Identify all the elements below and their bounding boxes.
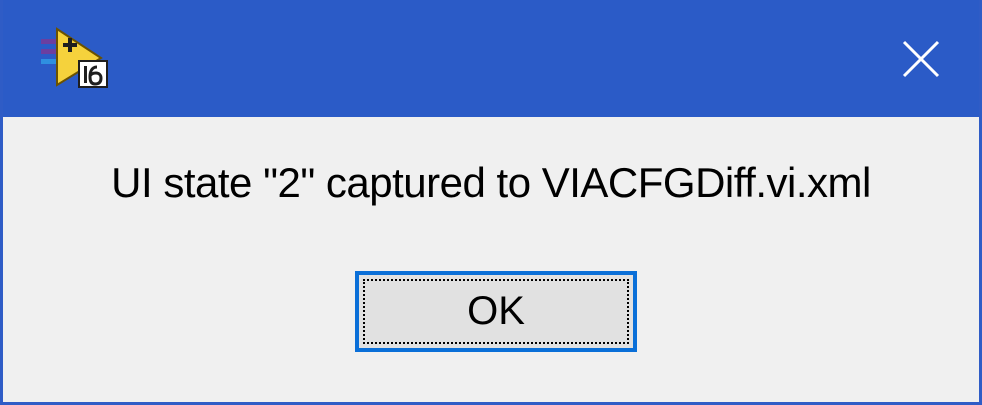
- dialog-window: UI state "2" captured to VIACFGDiff.vi.x…: [0, 0, 982, 405]
- close-icon: [902, 40, 939, 77]
- ok-button-label: OK: [363, 279, 629, 344]
- dialog-body: UI state "2" captured to VIACFGDiff.vi.x…: [3, 117, 979, 402]
- dialog-message: UI state "2" captured to VIACFGDiff.vi.x…: [111, 159, 871, 206]
- title-bar[interactable]: [3, 0, 979, 117]
- labview-vi-icon: [41, 27, 109, 89]
- ok-button[interactable]: OK: [355, 271, 637, 352]
- close-button[interactable]: [862, 0, 979, 117]
